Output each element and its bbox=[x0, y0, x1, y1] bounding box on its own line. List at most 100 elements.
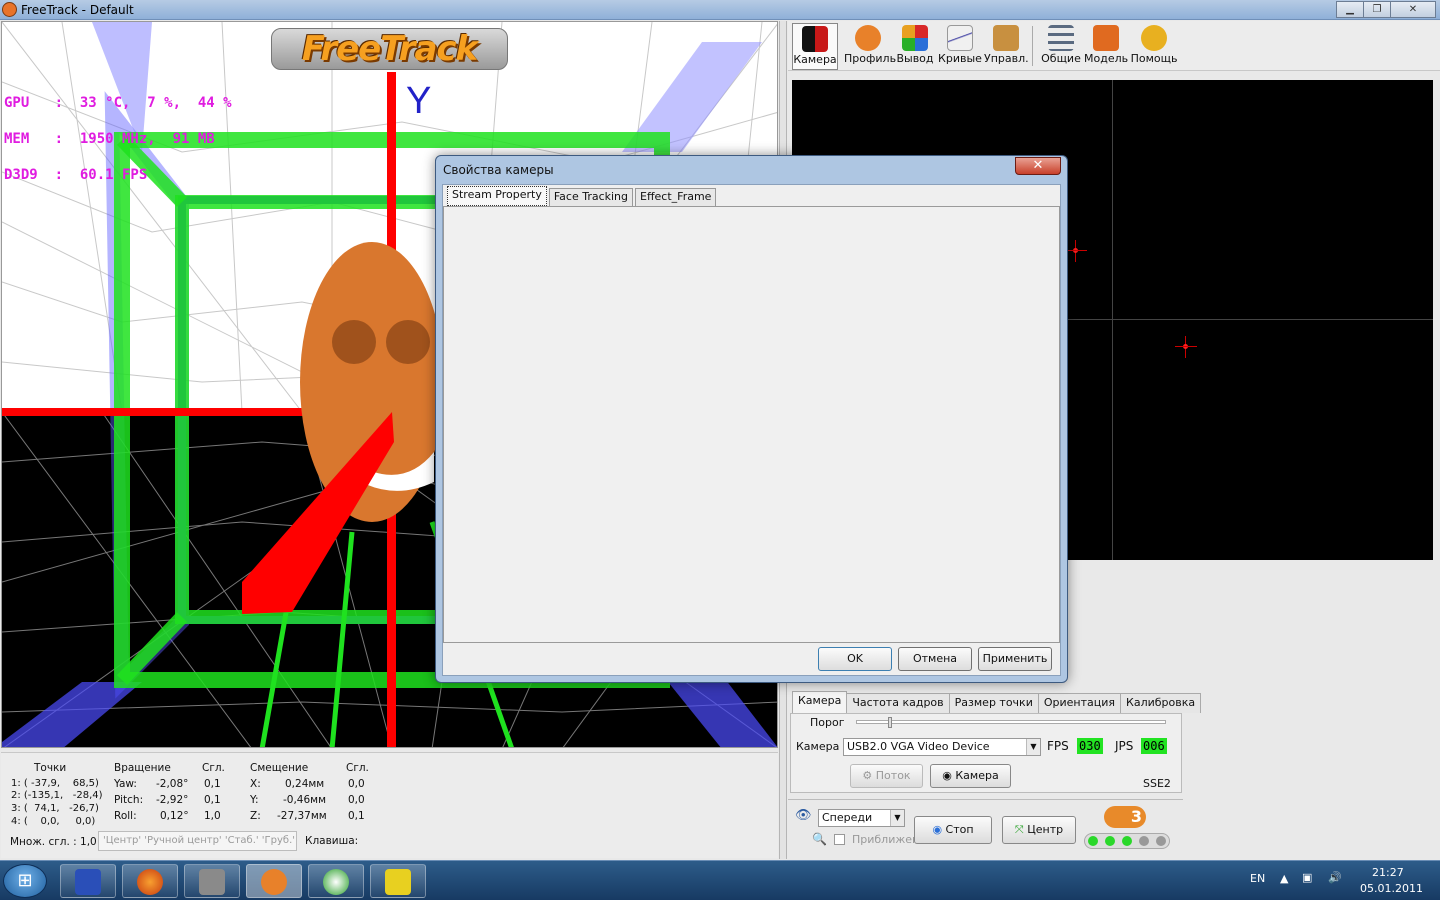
window-title: FreeTrack - Default bbox=[21, 3, 134, 17]
tab-calibration[interactable]: Калибровка bbox=[1120, 693, 1202, 713]
minimize-button[interactable]: ▁ bbox=[1336, 1, 1364, 18]
model-icon bbox=[1093, 25, 1119, 51]
tracked-point-marker bbox=[1065, 240, 1087, 262]
jps-label: JPS bbox=[1115, 739, 1134, 753]
jps-display: 006 bbox=[1141, 738, 1167, 754]
threshold-label: Порог bbox=[810, 716, 845, 729]
cancel-button[interactable]: Отмена bbox=[898, 647, 972, 671]
firefox-icon bbox=[137, 869, 163, 895]
rotation-header: Вращение bbox=[114, 762, 171, 774]
camera-properties-dialog: Свойства камеры ✕ Stream Property Face T… bbox=[435, 155, 1068, 683]
led-icon bbox=[1088, 836, 1099, 846]
chevron-down-icon: ▼ bbox=[1026, 739, 1040, 755]
center-icon: ⤧ bbox=[1014, 823, 1024, 836]
camera-properties-label: Камера bbox=[955, 769, 999, 782]
y-label: Y: bbox=[250, 794, 259, 806]
toolbar-general-button[interactable]: Общие bbox=[1040, 23, 1082, 70]
help-icon bbox=[1141, 25, 1167, 51]
toolbar-output-button[interactable]: Вывод bbox=[894, 23, 936, 70]
stop-icon: ◉ bbox=[932, 823, 943, 836]
taskbar-save-app[interactable] bbox=[60, 864, 116, 898]
threshold-slider[interactable] bbox=[856, 717, 1166, 728]
output-icon bbox=[902, 25, 928, 51]
toolbar-control-button[interactable]: Управл. bbox=[984, 23, 1029, 70]
point-3: 3: ( 74,1, -26,7) bbox=[11, 803, 99, 814]
y-axis-label: Y bbox=[406, 80, 432, 122]
toolbar-model-button[interactable]: Модель bbox=[1084, 23, 1128, 70]
tab-stream-property[interactable]: Stream Property bbox=[447, 186, 547, 206]
control-icon bbox=[993, 25, 1019, 51]
pitch-value: -2,92° bbox=[156, 794, 189, 806]
maximize-button[interactable]: ❐ bbox=[1363, 1, 1391, 18]
toolbar-general-label: Общие bbox=[1041, 52, 1081, 65]
clock-date[interactable]: 05.01.2011 bbox=[1360, 882, 1423, 895]
toolbar-camera-button[interactable]: Камера bbox=[792, 23, 838, 70]
dialog-tabs: Stream Property Face Tracking Effect_Fra… bbox=[447, 186, 718, 206]
start-button[interactable]: ⊞ bbox=[3, 864, 47, 898]
language-indicator[interactable]: EN bbox=[1250, 872, 1265, 885]
osd-line-d3d9: D3D9 : 60.1 FPS bbox=[4, 167, 148, 183]
stream-button-label: Поток bbox=[875, 769, 911, 782]
volume-icon[interactable]: 🔊 bbox=[1328, 871, 1342, 884]
tab-point-size[interactable]: Размер точки bbox=[948, 693, 1039, 713]
taskbar-firefox[interactable] bbox=[122, 864, 178, 898]
fps-display: 030 bbox=[1077, 738, 1103, 754]
view-select[interactable]: Спереди ▼ bbox=[818, 809, 905, 827]
offset-header: Смещение bbox=[250, 762, 309, 774]
tab-orientation[interactable]: Ориентация bbox=[1037, 693, 1122, 713]
freetrack-logo: FreeTrack bbox=[271, 28, 508, 70]
network-icon[interactable]: ▣ bbox=[1302, 871, 1312, 884]
stop-button-label: Стоп bbox=[945, 823, 974, 836]
ok-button[interactable]: OK bbox=[818, 647, 892, 671]
hotkey-tags: 'Центр' 'Ручной центр' 'Стаб.' 'Груб.' bbox=[98, 831, 297, 851]
stop-button[interactable]: ◉ Стоп bbox=[914, 816, 992, 844]
dialog-close-button[interactable]: ✕ bbox=[1015, 157, 1061, 175]
roll-label: Roll: bbox=[114, 810, 137, 822]
tracked-point-marker bbox=[1175, 336, 1197, 358]
floppy-disk-icon bbox=[75, 869, 101, 895]
x-smooth: 0,0 bbox=[348, 778, 365, 790]
eye-icon: 👁 bbox=[795, 808, 812, 823]
toolbar-curves-button[interactable]: Кривые bbox=[938, 23, 982, 70]
freetrack-mode-icon: 3 bbox=[1104, 806, 1146, 828]
yaw-smooth: 0,1 bbox=[204, 778, 221, 790]
taskbar-xbox-app[interactable] bbox=[308, 864, 364, 898]
osd-line-mem: MEM : 1950 MHz, 91 MB bbox=[4, 131, 215, 147]
roll-smooth: 1,0 bbox=[204, 810, 221, 822]
apply-button[interactable]: Применить bbox=[978, 647, 1052, 671]
tab-face-tracking[interactable]: Face Tracking bbox=[548, 188, 634, 206]
taskbar-tool-app[interactable] bbox=[370, 864, 426, 898]
rotation-smooth-header: Сгл. bbox=[202, 762, 225, 774]
stream-button[interactable]: ⚙ Поток bbox=[850, 764, 923, 788]
center-button[interactable]: ⤧ Центр bbox=[1002, 816, 1076, 844]
led-icon bbox=[1155, 836, 1166, 846]
tab-frame-rate[interactable]: Частота кадров bbox=[846, 693, 950, 713]
camera-properties-button[interactable]: ◉ Камера bbox=[930, 764, 1011, 788]
toolbar-profile-button[interactable]: Профиль bbox=[844, 23, 896, 70]
hotkey-label: Клавиша: bbox=[305, 835, 359, 847]
clock-time[interactable]: 21:27 bbox=[1372, 866, 1404, 879]
title-bar: FreeTrack - Default ▁ ❐ ✕ bbox=[0, 0, 1440, 20]
tracking-stats-panel: Точки 1: ( -37,9, 68,5) 2: (-135,1, -28,… bbox=[1, 752, 778, 858]
taskbar-freetrack[interactable] bbox=[246, 864, 302, 898]
point-2: 2: (-135,1, -28,4) bbox=[11, 790, 103, 801]
camera-device-select[interactable]: USB2.0 VGA Video Device ▼ bbox=[843, 738, 1041, 756]
show-hidden-icons-icon[interactable]: ▲ bbox=[1280, 872, 1288, 885]
threshold-slider-thumb[interactable] bbox=[887, 717, 892, 728]
tab-camera[interactable]: Камера bbox=[792, 691, 848, 713]
camera-device-value: USB2.0 VGA Video Device bbox=[847, 740, 990, 753]
toolbar-profile-label: Профиль bbox=[844, 52, 897, 65]
freetrack-icon bbox=[261, 869, 287, 895]
zoom-checkbox[interactable] bbox=[834, 834, 845, 845]
x-value: 0,24мм bbox=[285, 778, 325, 790]
main-toolbar: Камера Профиль Вывод Кривые Управл. Общи… bbox=[788, 21, 1440, 71]
z-value: -27,37мм bbox=[277, 810, 327, 822]
webcam-icon: ◉ bbox=[942, 769, 952, 782]
z-label: Z: bbox=[250, 810, 261, 822]
camera-settings-tabs: Камера Частота кадров Размер точки Ориен… bbox=[792, 691, 1202, 713]
led-icon bbox=[1138, 836, 1149, 846]
tab-effect-frame[interactable]: Effect_Frame bbox=[635, 188, 717, 206]
taskbar-video-app[interactable] bbox=[184, 864, 240, 898]
toolbar-help-button[interactable]: Помощь bbox=[1130, 23, 1178, 70]
close-window-button[interactable]: ✕ bbox=[1390, 1, 1436, 18]
